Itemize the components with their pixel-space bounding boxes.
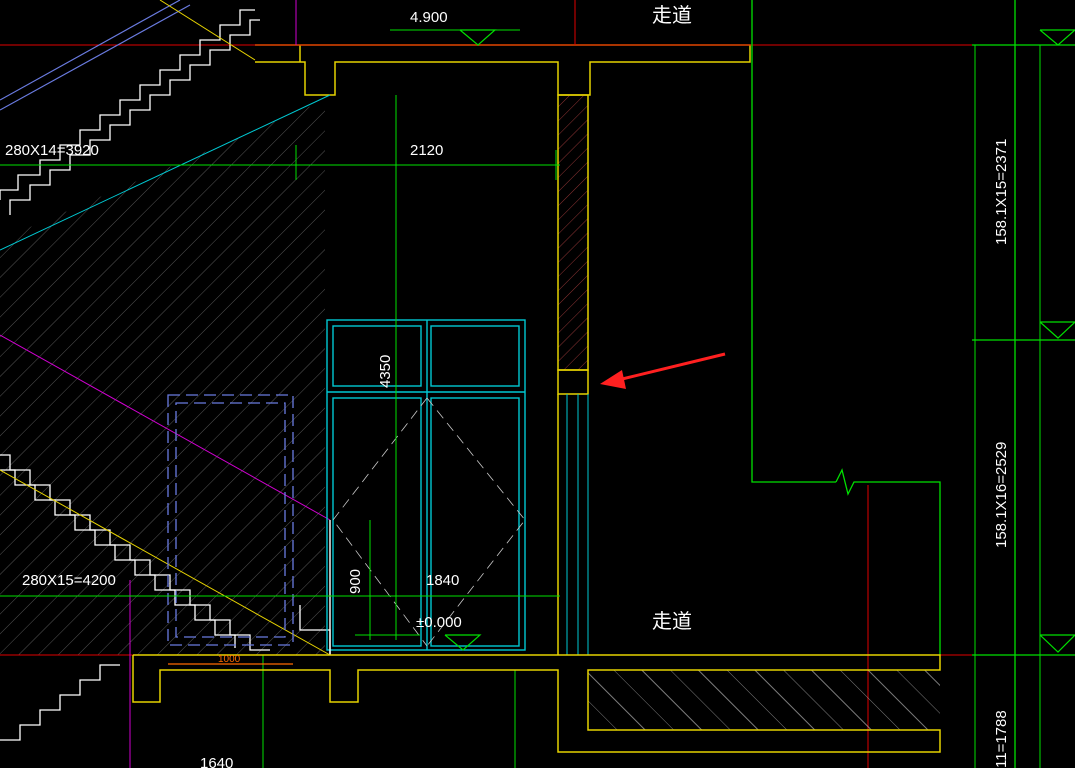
- width-2120-dimension: 2120: [410, 142, 443, 159]
- corridor-bottom-label: 走道: [652, 610, 692, 633]
- level-triangle-icon: [444, 634, 482, 651]
- upper-stair-rail: [0, 0, 191, 111]
- level-top-label: 4.900: [410, 9, 448, 26]
- level-triangle-icon: [1039, 29, 1075, 46]
- riser-upper-dimension: 158.1X15=2371: [993, 139, 1010, 245]
- riser-bottom-dimension: 11=1788: [993, 710, 1010, 768]
- cad-drawing-viewport[interactable]: 4.900 走道 走道 280X14=3920 280X15=4200 2120…: [0, 0, 1075, 768]
- level-triangle-icon: [1039, 321, 1075, 339]
- level-triangle-icon: [1039, 634, 1075, 653]
- level-zero-label: ±0.000: [416, 614, 462, 631]
- corridor-top-label: 走道: [652, 4, 692, 27]
- width-1000-dimension: 1000: [218, 654, 241, 665]
- cad-drawing: 4.900 走道 走道 280X14=3920 280X15=4200 2120…: [0, 0, 1075, 768]
- width-1840-dimension: 1840: [426, 572, 459, 589]
- stair-lower-dimension: 280X15=4200: [22, 572, 116, 589]
- height-4350-dimension: 4350: [377, 355, 394, 388]
- height-900-dimension: 900: [347, 569, 364, 594]
- room-outlines: [751, 0, 1075, 768]
- bottom-partial-dimension: 1640: [200, 755, 233, 768]
- level-markers: [444, 29, 1075, 653]
- door: [326, 319, 526, 655]
- wall-column: [557, 94, 589, 655]
- top-floor-slab: [255, 44, 751, 96]
- red-arrow-icon: [600, 352, 726, 389]
- bottom-floor-slab: [132, 654, 941, 753]
- level-triangle-icon: [459, 29, 497, 46]
- stair-upper-dimension: 280X14=3920: [5, 142, 99, 159]
- riser-middle-dimension: 158.1X16=2529: [993, 442, 1010, 548]
